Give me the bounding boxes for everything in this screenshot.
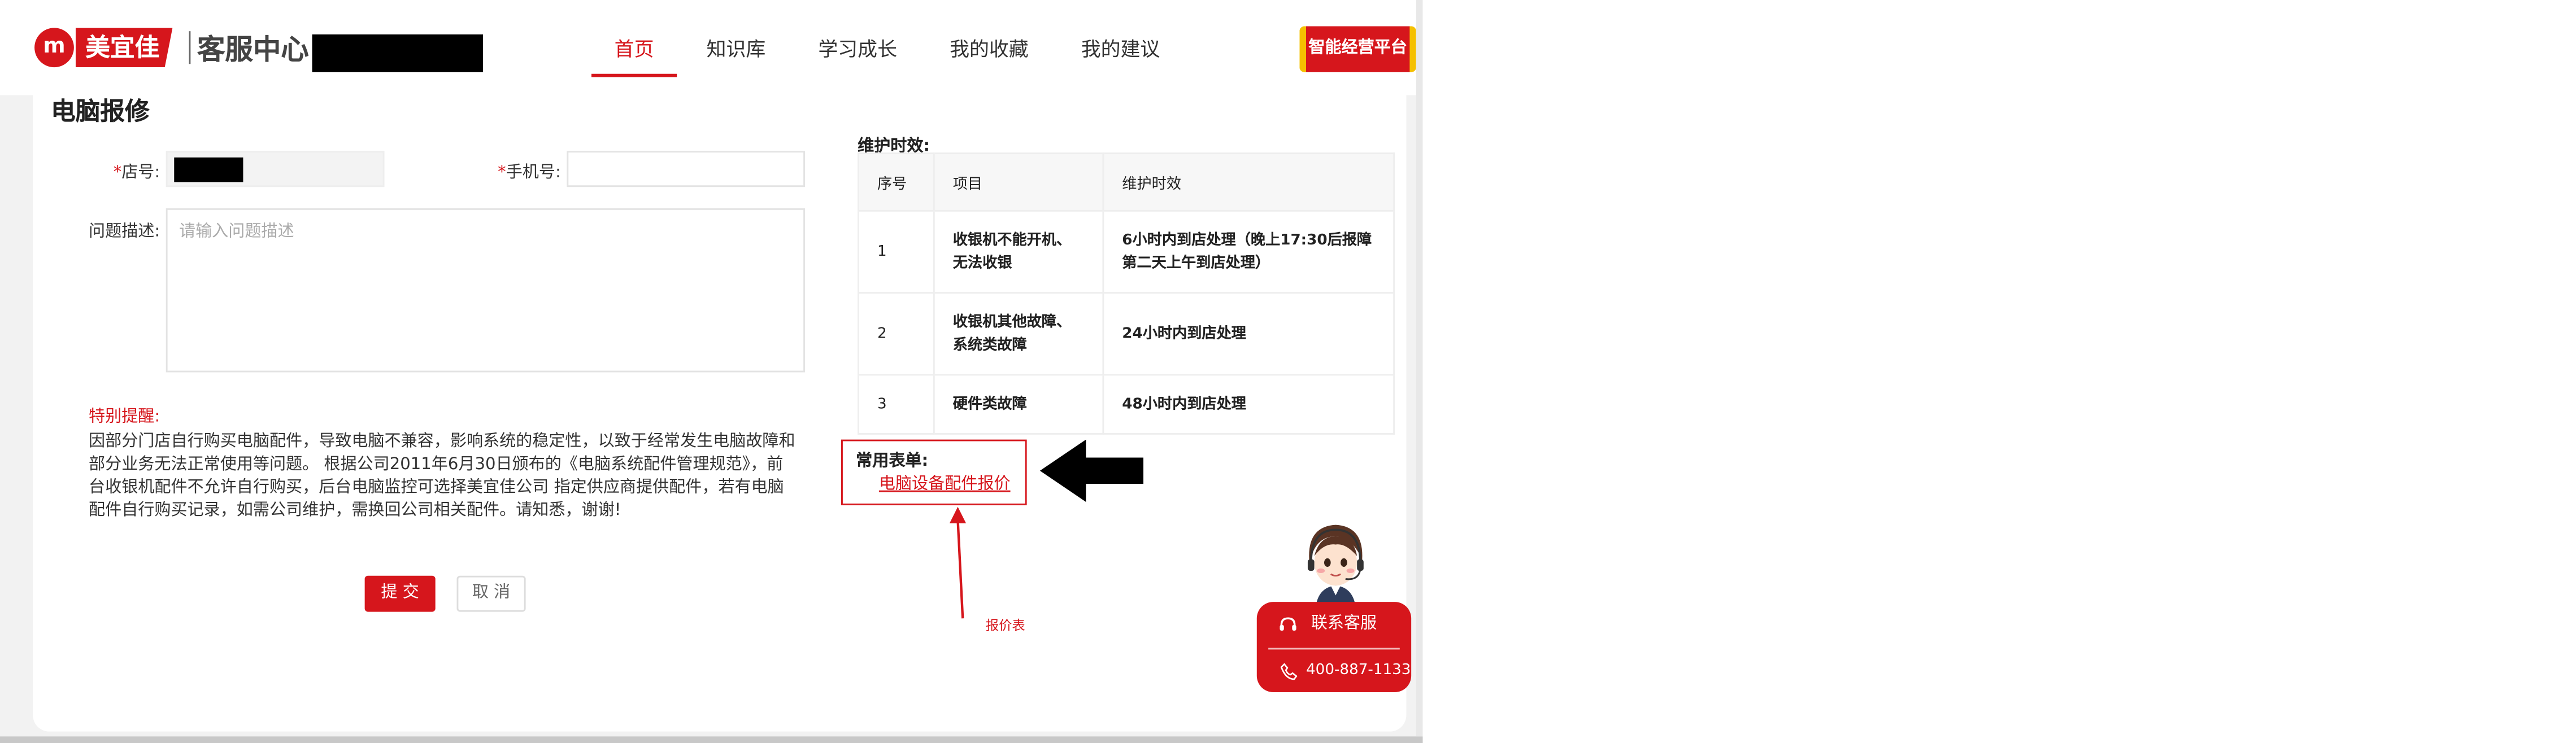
annotation-note: 报价表 [985, 618, 1025, 633]
sla-table: 序号 项目 维护时效 1 收银机不能开机、 无法收银 6小时内到店处理（晚上17:… [858, 152, 1395, 435]
phone-label: *手机号: [498, 158, 561, 182]
shop-label: *店号: [114, 158, 160, 182]
platform-button[interactable]: 智能经营平台 [1299, 26, 1416, 72]
table-row: 1 收银机不能开机、 无法收银 6小时内到店处理（晚上17:30后报障 第二天上午到… [858, 209, 1395, 294]
header-item: 项目 [933, 152, 1104, 212]
horizontal-scrollbar[interactable] [0, 736, 1423, 743]
phone-field[interactable] [567, 151, 806, 187]
phone-label-text: 手机号: [506, 164, 561, 182]
cell-time: 6小时内到店处理（晚上17:30后报障 第二天上午到店处理） [1102, 209, 1395, 294]
cell-item: 收银机不能开机、 无法收银 [933, 209, 1104, 294]
notice-text: 因部分门店自行购买电脑配件，导致电脑不兼容，影响系统的稳定性，以致于经常发生电脑… [89, 432, 795, 520]
cell-time: 24小时内到店处理 [1102, 292, 1395, 376]
vertical-scrollbar[interactable] [1416, 0, 1423, 737]
brand-logo[interactable]: 美宜佳 [75, 28, 173, 68]
service-phone[interactable]: 400-887-1133 [1257, 649, 1411, 692]
contact-service-label: 联系客服 [1311, 615, 1377, 633]
redacted-shop-number [174, 157, 243, 182]
nav-favorites[interactable]: 我的收藏 [926, 0, 1051, 76]
nav-suggestions[interactable]: 我的建议 [1058, 0, 1183, 76]
cell-item-line: 无法收银 [952, 255, 1012, 272]
avatar-icon[interactable] [1299, 520, 1372, 605]
site-title: 客服中心 [197, 34, 309, 68]
cell-item-line: 收银机其他故障、 [952, 314, 1072, 331]
forms-title: 常用表单: [856, 452, 929, 471]
required-mark: * [498, 164, 506, 182]
cell-no: 3 [858, 374, 935, 435]
headset-icon [1277, 602, 1300, 648]
cell-no: 2 [858, 292, 935, 376]
cancel-button[interactable]: 取 消 [456, 575, 526, 612]
header-no: 序号 [858, 152, 935, 212]
description-placeholder: 请输入问题描述 [179, 223, 294, 242]
description-textarea[interactable]: 请输入问题描述 [166, 208, 806, 373]
table-row: 2 收银机其他故障、 系统类故障 24小时内到店处理 [858, 292, 1395, 376]
shop-label-text: 店号: [121, 164, 160, 182]
cell-no: 1 [858, 209, 935, 294]
logo-divider [189, 31, 191, 64]
cell-time-line: 第二天上午到店处理） [1122, 255, 1270, 272]
logo-icon[interactable]: m [34, 28, 74, 68]
table-row: 3 硬件类故障 48小时内到店处理 [858, 374, 1395, 435]
left-arrow-icon [1039, 439, 1144, 502]
notice-title: 特别提醒: [89, 408, 160, 427]
contact-service-button[interactable]: 联系客服 [1257, 602, 1411, 648]
submit-button[interactable]: 提 交 [364, 575, 436, 612]
cell-item: 收银机其他故障、 系统类故障 [933, 292, 1104, 376]
nav-home[interactable]: 首页 [591, 0, 677, 77]
nav-learning[interactable]: 学习成长 [795, 0, 920, 76]
up-arrow-icon [949, 506, 967, 619]
header-time: 维护时效 [1102, 152, 1395, 212]
phone-icon [1277, 649, 1300, 692]
table-header-row: 序号 项目 维护时效 [858, 152, 1395, 212]
cell-item-line: 收银机不能开机、 [952, 232, 1072, 249]
cell-time-line: 6小时内到店处理（晚上17:30后报障 [1122, 232, 1372, 249]
description-label: 问题描述: [89, 223, 160, 242]
cell-time: 48小时内到店处理 [1102, 374, 1395, 435]
quote-form-link[interactable]: 电脑设备配件报价 [879, 469, 1011, 493]
cell-item: 硬件类故障 [933, 374, 1104, 435]
required-mark: * [113, 164, 122, 182]
cell-item-line: 系统类故障 [952, 336, 1027, 354]
nav-knowledge[interactable]: 知识库 [684, 0, 789, 76]
service-phone-number: 400-887-1133 [1306, 662, 1411, 679]
redacted-block [312, 34, 484, 72]
page-title: 电脑报修 [51, 97, 150, 126]
